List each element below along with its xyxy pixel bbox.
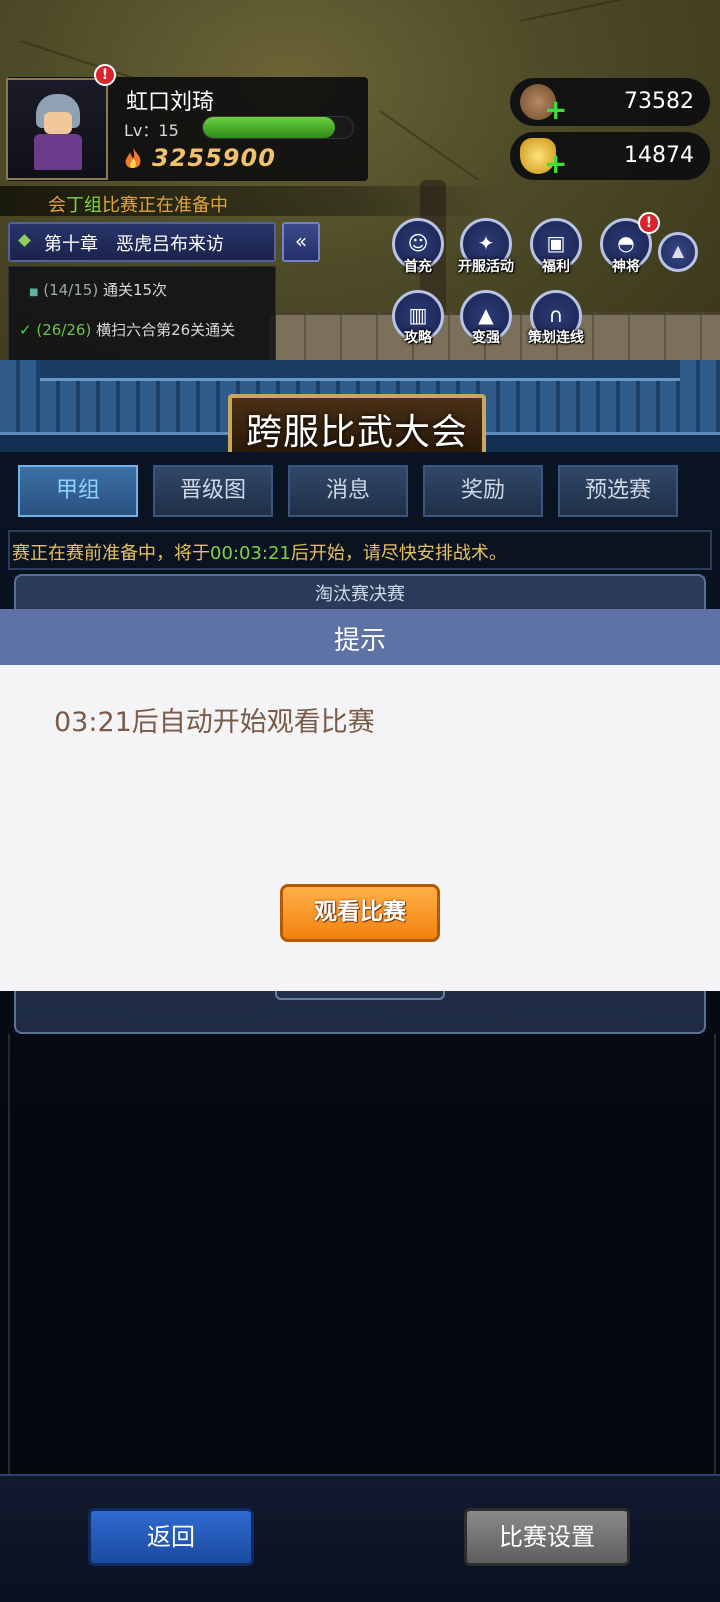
tab-messages[interactable]: 消息	[288, 465, 408, 517]
chapter-title: 第十章 恶虎吕布来访	[44, 234, 224, 255]
tab-rewards[interactable]: 奖励	[423, 465, 543, 517]
add-ingots-icon[interactable]: +	[544, 150, 567, 178]
player-level: Lv：15	[124, 121, 179, 140]
check-icon: ✓	[19, 321, 32, 339]
ingot-counter[interactable]: + 14874	[510, 132, 710, 180]
quest-item[interactable]: ✓ (26/26) 横扫六合第26关通关	[19, 319, 235, 340]
match-list-area	[8, 1034, 716, 1474]
helmet-icon: ◓	[617, 231, 635, 255]
back-button[interactable]: 返回	[88, 1508, 254, 1566]
collapse-quests-button[interactable]: «	[282, 222, 320, 262]
gift-icon: ✦	[477, 231, 495, 255]
guide-book-icon: ▥	[408, 303, 428, 327]
hero-portrait-icon: ☺	[407, 231, 429, 255]
xp-bar	[202, 116, 354, 139]
avatar-face	[44, 112, 72, 134]
tab-preliminaries[interactable]: 预选赛	[558, 465, 678, 517]
flame-up-icon: ▲	[478, 303, 494, 327]
ingot-value: 14874	[624, 143, 694, 168]
add-coins-icon[interactable]: +	[544, 96, 567, 124]
bullet-icon: ■	[29, 287, 39, 298]
dialog-title: 提示	[333, 626, 386, 656]
bracket-title: 淘汰赛决赛	[315, 584, 405, 605]
divine-general-badge: !	[638, 212, 660, 234]
flame-icon	[125, 148, 141, 169]
feature-label: 策划连线	[528, 330, 584, 346]
gift-box-icon: ▣	[546, 231, 566, 255]
feature-label: 神将	[612, 259, 640, 275]
quest-item[interactable]: ■ (14/15) 通关15次	[29, 279, 167, 300]
avatar-notification-badge: !	[94, 64, 116, 86]
tab-group-a[interactable]: 甲组	[18, 465, 138, 517]
coin-value: 73582	[624, 89, 694, 114]
player-name: 虹口刘琦	[126, 90, 215, 115]
player-avatar[interactable]	[6, 78, 108, 180]
tab-bracket[interactable]: 晋级图	[153, 465, 273, 517]
match-settings-button[interactable]: 比赛设置	[464, 1508, 630, 1566]
notice-text: 赛正在赛前准备中，将于00:03:21后开始，请尽快安排战术。	[12, 543, 507, 564]
event-title: 跨服比武大会	[245, 412, 468, 453]
xp-bar-fill	[203, 117, 335, 138]
coin-counter[interactable]: + 73582	[510, 78, 710, 126]
headset-icon: ∩	[548, 303, 564, 327]
avatar-armor	[34, 134, 82, 170]
expand-menu-icon[interactable]: ▲	[658, 232, 698, 272]
combat-power: 3255900	[152, 144, 276, 172]
watch-match-button[interactable]: 观看比赛	[280, 884, 440, 942]
dialog-message: 03:21后自动开始观看比赛	[54, 707, 375, 738]
ticker-text: 会丁组比赛正在准备中	[48, 195, 228, 216]
roof-ridge	[40, 360, 680, 381]
